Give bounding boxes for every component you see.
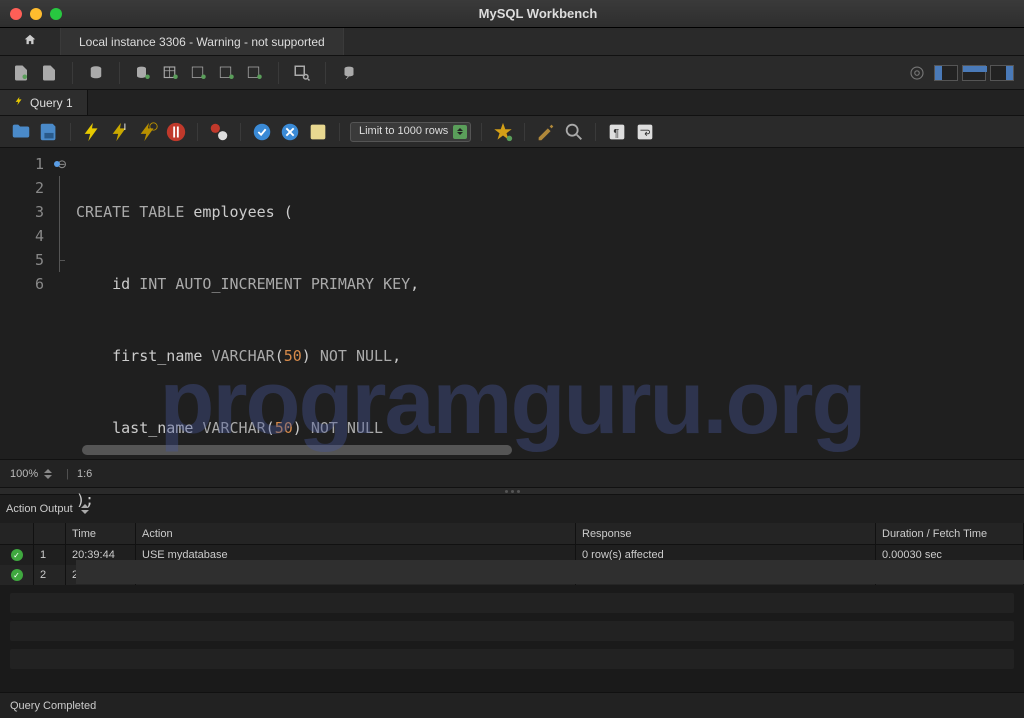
minimize-window-button[interactable] [30,8,42,20]
beautify-icon[interactable] [535,121,557,143]
divider [595,123,596,141]
horizontal-scrollbar[interactable] [0,443,1024,459]
divider [524,123,525,141]
svg-text:¶: ¶ [614,127,620,139]
home-tab[interactable] [0,28,61,55]
editor-toolbar: I Limit to 1000 rows ¶ [0,116,1024,148]
svg-text:I: I [124,122,127,132]
commit-icon[interactable] [251,121,273,143]
open-sql-script-icon[interactable] [38,62,60,84]
divider [481,123,482,141]
toggle-sidebar-right-button[interactable] [990,65,1014,81]
toolbar-separator [119,62,120,84]
execute-current-icon[interactable]: I [109,121,131,143]
toolbar-separator [325,62,326,84]
toggle-sidebar-left-button[interactable] [934,65,958,81]
create-procedure-icon[interactable] [216,62,238,84]
settings-icon[interactable] [906,62,928,84]
search-table-data-icon[interactable] [291,62,313,84]
create-schema-icon[interactable] [132,62,154,84]
create-view-icon[interactable] [188,62,210,84]
save-file-icon[interactable] [38,121,60,143]
close-window-button[interactable] [10,8,22,20]
bolt-icon [14,95,24,110]
server-status-icon[interactable] [85,62,107,84]
query-tab-label: Query 1 [30,96,73,110]
create-function-icon[interactable] [244,62,266,84]
toggle-output-panel-button[interactable] [962,65,986,81]
divider [70,123,71,141]
zoom-stepper[interactable] [44,469,52,479]
toolbar-separator [72,62,73,84]
new-sql-tab-icon[interactable] [10,62,32,84]
execute-icon[interactable] [81,121,103,143]
word-wrap-icon[interactable] [634,121,656,143]
toolbar-separator [278,62,279,84]
zoom-window-button[interactable] [50,8,62,20]
status-text: Query Completed [10,700,96,712]
reconnect-icon[interactable] [338,62,360,84]
toggle-invisible-icon[interactable]: ¶ [606,121,628,143]
toggle-autocommit-icon[interactable] [208,121,230,143]
query-tabs: Query 1 [0,90,1024,116]
divider [339,123,340,141]
line-number-gutter: 123456 [0,148,52,443]
code-area[interactable]: CREATE TABLE employees ( id INT AUTO_INC… [72,148,1024,443]
limit-rows-select[interactable]: Limit to 1000 rows [350,122,471,142]
connection-tab-label: Local instance 3306 - Warning - not supp… [79,35,325,49]
empty-row [10,649,1014,669]
fold-gutter[interactable]: ⊖ [52,148,72,443]
create-table-icon[interactable] [160,62,182,84]
open-file-icon[interactable] [10,121,32,143]
query-tab[interactable]: Query 1 [0,90,88,115]
home-icon [22,33,38,50]
find-icon[interactable] [563,121,585,143]
toggle-whitespace-icon[interactable] [307,121,329,143]
sql-editor[interactable]: 123456 ⊖ CREATE TABLE employees ( id INT… [0,148,1024,443]
window-title: MySQL Workbench [62,6,1014,21]
favorites-icon[interactable] [492,121,514,143]
marker-gutter [52,152,62,176]
title-bar: MySQL Workbench [0,0,1024,28]
explain-icon[interactable] [137,121,159,143]
status-bar: Query Completed [0,692,1024,718]
rollback-icon[interactable] [279,121,301,143]
success-icon: ✓ [11,549,23,561]
output-type-label: Action Output [6,503,73,515]
dropdown-arrow-icon [453,125,467,139]
connection-tab[interactable]: Local instance 3306 - Warning - not supp… [61,28,344,55]
divider [197,123,198,141]
main-toolbar [0,56,1024,90]
connection-tabs: Local instance 3306 - Warning - not supp… [0,28,1024,56]
stop-icon[interactable] [165,121,187,143]
divider [240,123,241,141]
scrollbar-thumb[interactable] [82,445,512,455]
success-icon: ✓ [11,569,23,581]
zoom-level: 100% [10,468,38,480]
